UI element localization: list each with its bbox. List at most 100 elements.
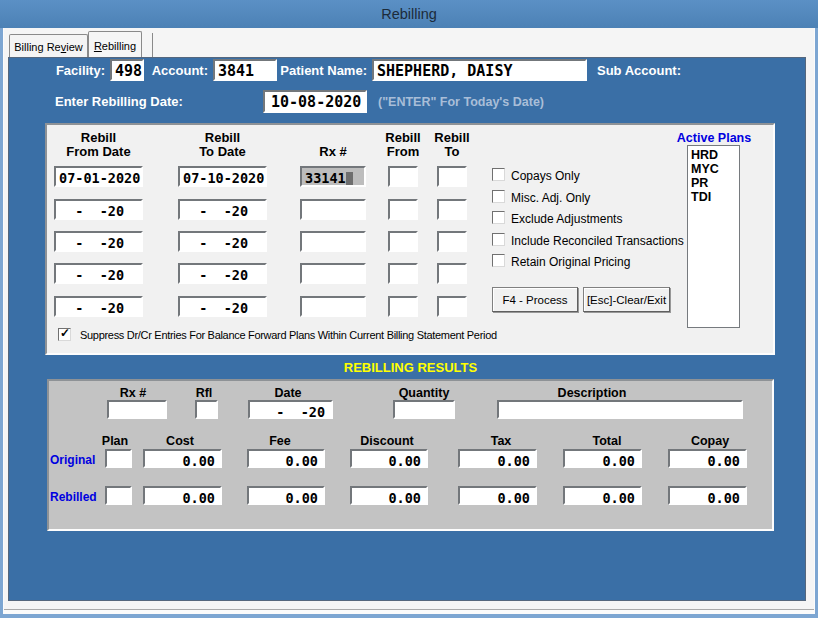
tab-strip-divider [152, 33, 153, 57]
col-copay-label: Copay [680, 434, 740, 448]
rebill-from-date-3[interactable]: - -20 [54, 231, 143, 252]
rebilled-total-field[interactable]: 0.00 [563, 486, 642, 505]
original-fee-field[interactable]: 0.00 [247, 449, 325, 468]
facility-field[interactable]: 498 [110, 59, 144, 81]
rebilled-cost-field[interactable]: 0.00 [143, 486, 222, 505]
tab-rebilling[interactable]: Rebilling [88, 31, 142, 57]
col-tax-label: Tax [471, 434, 531, 448]
rx-number-4[interactable] [300, 263, 366, 284]
exclude-adjustments-checkbox[interactable] [492, 211, 505, 224]
results-date-label: Date [258, 386, 318, 400]
results-description-label: Description [552, 386, 632, 400]
active-plans-title: Active Plans [676, 131, 752, 145]
rebill-from-3[interactable] [388, 231, 418, 252]
original-tax-field[interactable]: 0.00 [458, 449, 537, 468]
original-total-field[interactable]: 0.00 [563, 449, 642, 468]
rebilled-copay-field[interactable]: 0.00 [668, 486, 747, 505]
rebill-to-date-5[interactable]: - -20 [178, 296, 267, 317]
rebilled-tax-field[interactable]: 0.00 [458, 486, 537, 505]
rebilled-plan-field[interactable] [105, 486, 132, 505]
rebilling-date-field[interactable]: 10-08-2020 [263, 90, 367, 113]
rebill-from-date-2[interactable]: - -20 [54, 199, 143, 220]
rebill-from-date-1[interactable]: 07-01-2020 [54, 166, 143, 187]
original-discount-field[interactable]: 0.00 [350, 449, 428, 468]
rx-number-2[interactable] [300, 199, 366, 220]
include-reconciled-label: Include Reconciled Transactions [511, 234, 684, 248]
rebill-to-date-2[interactable]: - -20 [178, 199, 267, 220]
col-discount-label: Discount [352, 434, 422, 448]
original-row-label: Original [50, 453, 95, 467]
rebill-to-5[interactable] [437, 296, 467, 317]
rebill-from-1[interactable] [388, 166, 418, 187]
results-description-field[interactable] [497, 400, 743, 419]
rebill-to-1[interactable] [437, 166, 467, 187]
col-header-rebill-from-date: RebillFrom Date [54, 131, 143, 159]
facility-label: Facility: [55, 64, 105, 78]
results-rfl-label: Rfl [184, 386, 224, 400]
active-plan-item[interactable]: PR [691, 176, 739, 190]
active-plan-item[interactable]: TDI [691, 190, 739, 204]
tab-billing-review[interactable]: Billing Review [9, 34, 88, 57]
rebill-from-5[interactable] [388, 296, 418, 317]
active-plan-item[interactable]: MYC [691, 162, 739, 176]
window-title: Rebilling [381, 6, 437, 22]
col-plan-label: Plan [95, 434, 135, 448]
col-total-label: Total [577, 434, 637, 448]
rebill-to-date-3[interactable]: - -20 [178, 231, 267, 252]
clear-exit-button[interactable]: [Esc]-Clear/Exit [583, 287, 670, 312]
rebill-to-2[interactable] [437, 199, 467, 220]
results-rx-label: Rx # [103, 386, 163, 400]
col-header-rx: Rx # [300, 131, 366, 159]
account-field[interactable]: 3841 [213, 59, 277, 81]
rebill-to-4[interactable] [437, 263, 467, 284]
copays-only-checkbox[interactable] [492, 168, 505, 181]
suppress-drcr-label: Suppress Dr/Cr Entries For Balance Forwa… [80, 329, 497, 341]
rebill-from-date-5[interactable]: - -20 [54, 296, 143, 317]
rebill-from-date-4[interactable]: - -20 [54, 263, 143, 284]
patient-name-field[interactable]: SHEPHERD, DAISY [372, 59, 587, 81]
sub-account-label: Sub Account: [597, 64, 681, 78]
rx-number-3[interactable] [300, 231, 366, 252]
retain-original-pricing-checkbox[interactable] [492, 254, 505, 267]
active-plan-item[interactable]: HRD [691, 148, 739, 162]
col-header-rebill-to-date: RebillTo Date [178, 131, 267, 159]
active-plans-listbox[interactable]: HRD MYC PR TDI [687, 145, 740, 328]
suppress-drcr-checkbox[interactable] [58, 328, 71, 341]
rx-number-1[interactable]: 33141 [300, 166, 366, 187]
rebill-to-3[interactable] [437, 231, 467, 252]
retain-original-pricing-label: Retain Original Pricing [511, 255, 630, 269]
results-quantity-field[interactable] [393, 400, 455, 419]
rebill-from-2[interactable] [388, 199, 418, 220]
title-bar: Rebilling [0, 0, 818, 28]
misc-adj-only-label: Misc. Adj. Only [511, 191, 590, 205]
col-header-rebill-to: RebillTo [422, 131, 482, 159]
results-rx-field[interactable] [107, 400, 167, 419]
include-reconciled-checkbox[interactable] [492, 233, 505, 246]
exclude-adjustments-label: Exclude Adjustments [511, 212, 622, 226]
rx-number-5[interactable] [300, 296, 366, 317]
results-date-field[interactable]: - -20 [248, 400, 333, 419]
rebilling-date-label: Enter Rebilling Date: [55, 95, 183, 109]
rebill-from-4[interactable] [388, 263, 418, 284]
original-plan-field[interactable] [105, 449, 132, 468]
copays-only-label: Copays Only [511, 169, 580, 183]
col-cost-label: Cost [150, 434, 210, 448]
rebilling-results-title: REBILLING RESULTS [47, 360, 774, 375]
account-label: Account: [145, 64, 208, 78]
results-quantity-label: Quantity [393, 386, 455, 400]
tab-billing-review-label: Billing Re [14, 41, 60, 53]
misc-adj-only-checkbox[interactable] [492, 190, 505, 203]
col-fee-label: Fee [250, 434, 310, 448]
rebill-to-date-4[interactable]: - -20 [178, 263, 267, 284]
original-cost-field[interactable]: 0.00 [143, 449, 222, 468]
rebilled-row-label: Rebilled [50, 490, 97, 504]
rebill-to-date-1[interactable]: 07-10-2020 [178, 166, 267, 187]
rebilled-fee-field[interactable]: 0.00 [247, 486, 325, 505]
original-copay-field[interactable]: 0.00 [668, 449, 747, 468]
rebilled-discount-field[interactable]: 0.00 [350, 486, 428, 505]
tab-rebilling-label: R [94, 40, 102, 52]
results-rfl-field[interactable] [195, 400, 218, 419]
rebilling-date-hint: ("ENTER" For Today's Date) [378, 95, 544, 109]
patient-name-label: Patient Name: [275, 64, 367, 78]
process-button[interactable]: F4 - Process [492, 287, 578, 312]
